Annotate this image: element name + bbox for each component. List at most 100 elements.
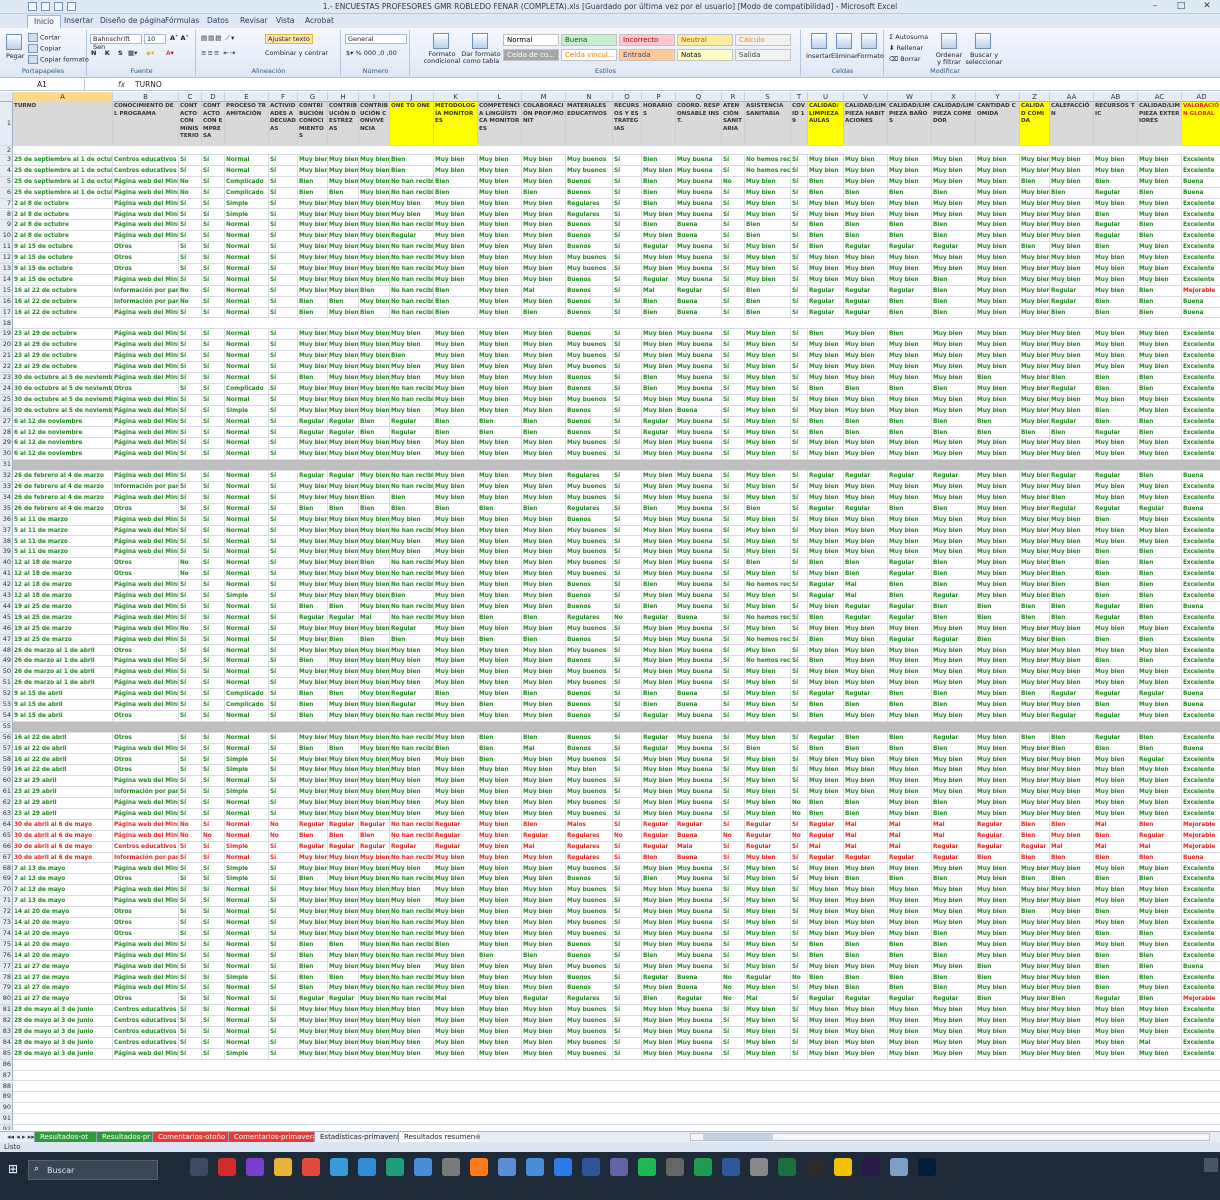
table-cell[interactable]: Excelente — [1182, 406, 1220, 416]
table-cell[interactable]: No han recibido — [390, 253, 434, 263]
table-cell[interactable]: Muy bien — [390, 765, 434, 776]
row-header[interactable]: 71 — [0, 896, 13, 908]
table-cell[interactable]: No — [179, 187, 202, 198]
table-cell[interactable]: Muy bien — [298, 155, 328, 165]
table-cell[interactable]: Muy bien — [808, 678, 844, 689]
cell-turno[interactable]: 23 al 29 de octubre — [13, 362, 113, 372]
cell-conocimiento[interactable]: Página web del Minister — [113, 743, 179, 754]
table-cell[interactable]: Regular — [298, 416, 328, 427]
table-cell[interactable]: Sí — [202, 798, 225, 808]
table-cell[interactable]: Simple — [225, 198, 269, 209]
cell-conocimiento[interactable]: Página web del Minister — [113, 612, 179, 623]
table-cell[interactable]: Bien — [888, 307, 932, 318]
table-cell[interactable]: Sí — [791, 569, 808, 580]
row-header[interactable]: 78 — [0, 972, 13, 984]
table-cell[interactable]: Muy buena — [676, 678, 722, 689]
table-cell[interactable]: Muy bien — [359, 536, 390, 547]
table-cell[interactable]: Muy bien — [932, 198, 976, 209]
table-cell[interactable]: Muy bien — [1020, 492, 1050, 503]
table-cell[interactable]: Muy bien — [976, 710, 1020, 721]
table-cell[interactable]: Normal — [225, 809, 269, 819]
table-cell[interactable]: Sí — [202, 427, 225, 438]
table-cell[interactable]: Muy buenos — [566, 928, 613, 939]
table-cell[interactable]: Simple — [225, 591, 269, 601]
table-cell[interactable]: Muy bien — [478, 874, 522, 885]
table-cell[interactable]: Sí — [791, 449, 808, 460]
row-header[interactable]: 62 — [0, 798, 13, 809]
insert-cells-button[interactable]: Insertar — [806, 52, 831, 60]
table-cell[interactable]: Mal — [844, 841, 888, 852]
table-cell[interactable]: Muy bien — [359, 209, 390, 220]
cell-conocimiento[interactable]: Centros educativos cer — [113, 1016, 179, 1026]
conditional-format-icon[interactable] — [433, 33, 449, 49]
table-cell[interactable]: Muy bien — [478, 155, 522, 165]
table-cell[interactable]: Muy bien — [390, 776, 434, 787]
table-cell[interactable]: Muy bien — [478, 176, 522, 187]
table-cell[interactable]: Muy bien — [808, 351, 844, 362]
cell-style-4[interactable]: Cálculo — [735, 34, 791, 46]
table-cell[interactable]: Bien — [328, 296, 359, 307]
table-cell[interactable]: Buenos — [566, 950, 613, 961]
table-cell[interactable]: Sí — [269, 972, 298, 983]
table-cell[interactable]: Muy buena — [676, 776, 722, 787]
table-cell[interactable]: No — [202, 830, 225, 841]
table-cell[interactable]: Muy bien — [808, 438, 844, 449]
cell-turno[interactable]: 12 al 18 de marzo — [13, 591, 113, 601]
table-cell[interactable]: Simple — [225, 1048, 269, 1059]
dropbox-icon[interactable] — [554, 1158, 572, 1176]
horizontal-scrollbar[interactable] — [690, 1133, 1210, 1141]
table-cell[interactable]: Muy bien — [976, 569, 1020, 580]
table-cell[interactable]: Sí — [202, 1005, 225, 1016]
table-cell[interactable]: Muy bien — [932, 961, 976, 972]
table-cell[interactable]: Excelente — [1182, 1027, 1220, 1037]
table-cell[interactable]: Buenos — [566, 700, 613, 710]
table-cell[interactable]: Muy bien — [976, 678, 1020, 689]
table-cell[interactable]: Muy bien — [359, 340, 390, 351]
table-cell[interactable]: Muy buena — [676, 176, 722, 187]
row-header[interactable]: 84 — [0, 1037, 13, 1049]
folder-icon[interactable] — [274, 1158, 292, 1176]
table-cell[interactable]: Regular — [1094, 732, 1138, 743]
table-cell[interactable]: Sí — [791, 580, 808, 590]
table-cell[interactable]: No han recibido — [390, 601, 434, 612]
table-cell[interactable]: Sí — [179, 852, 202, 863]
table-cell[interactable]: Sí — [269, 1048, 298, 1059]
table-cell[interactable]: Regular — [298, 841, 328, 852]
cell-turno[interactable]: 16 al 22 de octubre — [13, 307, 113, 318]
table-cell[interactable]: Muy bien — [888, 209, 932, 220]
table-cell[interactable]: Muy bien — [1020, 710, 1050, 721]
cell-turno[interactable]: 21 al 27 de mayo — [13, 983, 113, 994]
table-cell[interactable]: Excelente — [1182, 885, 1220, 895]
column-title[interactable]: CANTIDAD COMIDA — [976, 102, 1020, 145]
table-cell[interactable]: Sí — [269, 449, 298, 460]
table-cell[interactable]: Sí — [202, 776, 225, 787]
table-cell[interactable]: Muy bien — [844, 863, 888, 874]
table-cell[interactable]: Simple — [225, 841, 269, 852]
table-cell[interactable]: No — [722, 176, 745, 187]
table-cell[interactable]: Normal — [225, 852, 269, 863]
table-cell[interactable]: Bien — [888, 983, 932, 994]
table-cell[interactable]: Muy bien — [522, 710, 566, 721]
row-header[interactable]: 21 — [0, 351, 13, 363]
table-cell[interactable]: Sí — [722, 591, 745, 601]
table-cell[interactable]: Bien — [359, 830, 390, 841]
table-cell[interactable]: Sí — [613, 198, 642, 209]
table-cell[interactable]: Bien — [888, 743, 932, 754]
table-cell[interactable]: Sí — [722, 841, 745, 852]
cell-turno[interactable]: 16 al 22 de abril — [13, 732, 113, 743]
table-cell[interactable]: Muy bien — [566, 765, 613, 776]
table-cell[interactable]: Regular — [434, 819, 478, 830]
table-cell[interactable]: Muy bien — [844, 885, 888, 896]
table-cell[interactable]: Sí — [613, 165, 642, 176]
table-cell[interactable]: Muy bien — [522, 907, 566, 917]
table-cell[interactable]: Muy bien — [1094, 918, 1138, 928]
table-cell[interactable]: Sí — [791, 918, 808, 928]
cell-conocimiento[interactable]: Otros — [113, 558, 179, 569]
column-title[interactable]: CALIDAD COMIDA — [1020, 102, 1050, 145]
row-header[interactable]: 52 — [0, 689, 13, 700]
table-cell[interactable]: Sí — [202, 612, 225, 623]
table-cell[interactable]: Muy bien — [844, 449, 888, 460]
row-header[interactable]: 59 — [0, 765, 13, 777]
table-cell[interactable]: Muy bien — [1020, 514, 1050, 525]
table-cell[interactable]: Muy bien — [888, 449, 932, 460]
